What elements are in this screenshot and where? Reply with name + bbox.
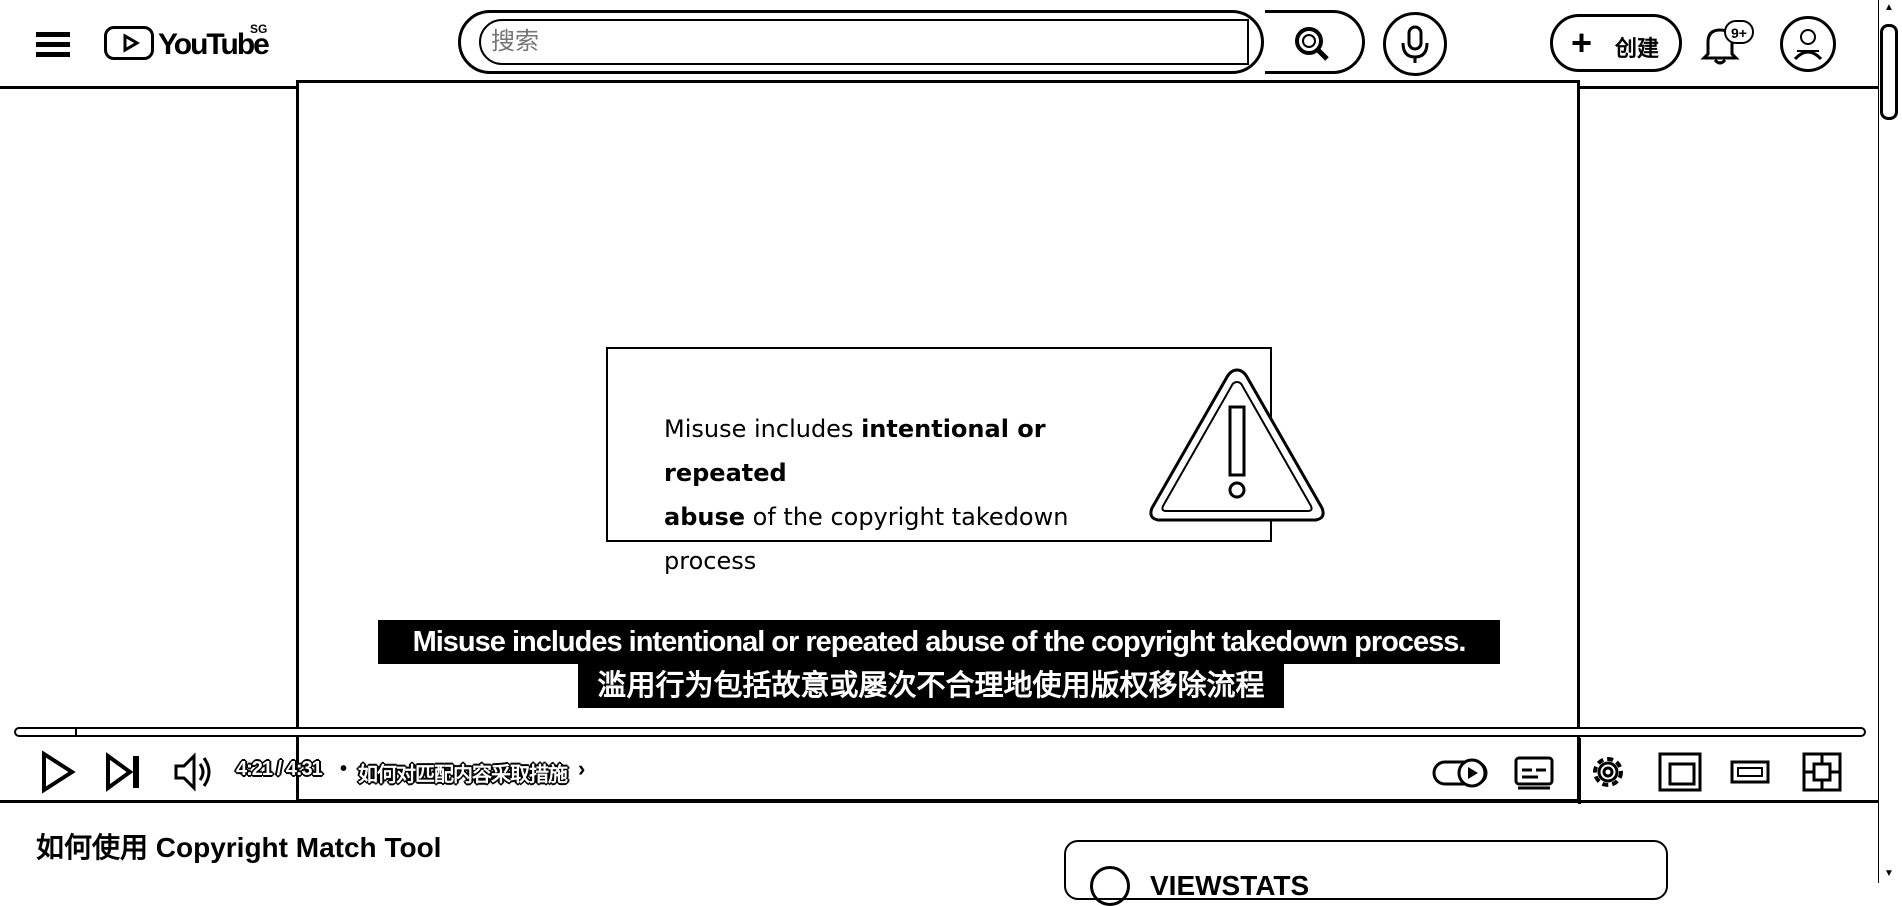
theater-mode-button[interactable]	[1726, 748, 1774, 796]
time-display: 4:21 / 4:31	[236, 758, 323, 780]
search-icon	[1295, 27, 1329, 61]
gear-icon	[1593, 757, 1623, 787]
menu-button[interactable]	[34, 26, 74, 62]
player-right-edge	[1578, 738, 1581, 804]
fullscreen-icon	[1802, 752, 1842, 792]
caption-line-chinese: 滥用行为包括故意或屡次不合理地使用版权移除流程	[578, 664, 1284, 708]
volume-button[interactable]	[170, 748, 218, 796]
caption-line-english: Misuse includes intentional or repeated …	[378, 620, 1500, 664]
search-input[interactable]	[479, 19, 1249, 65]
play-button[interactable]	[34, 748, 82, 796]
country-code: SG	[250, 22, 268, 36]
youtube-play-icon	[104, 26, 154, 60]
progress-played	[16, 729, 77, 735]
create-button[interactable]: + 创建	[1550, 14, 1682, 72]
autoplay-toggle-icon	[1432, 758, 1488, 788]
miniplayer-button[interactable]	[1656, 748, 1704, 796]
theater-mode-icon	[1730, 760, 1770, 784]
warning-triangle-icon	[1146, 362, 1328, 532]
play-icon	[42, 750, 76, 794]
chapter-arrow-icon[interactable]: ›	[578, 756, 585, 782]
slide-text: Misuse includes intentional or repeated …	[664, 407, 1144, 583]
viewstats-logo-icon	[1090, 866, 1130, 906]
subtitles-button[interactable]	[1510, 748, 1558, 796]
progress-bar[interactable]	[14, 727, 1866, 737]
settings-button[interactable]	[1584, 748, 1632, 796]
player-controls: 4:21 / 4:31 • 如何对匹配内容采取措施 ›	[0, 738, 1878, 804]
chapter-title[interactable]: 如何对匹配内容采取措施	[358, 758, 568, 787]
scroll-down-arrow-icon[interactable]: ▼	[1884, 868, 1894, 879]
next-button[interactable]	[100, 748, 148, 796]
miniplayer-icon	[1658, 752, 1702, 792]
voice-search-button[interactable]	[1383, 12, 1447, 76]
volume-icon	[174, 752, 211, 792]
video-title: 如何使用 Copyright Match Tool	[36, 832, 442, 863]
chapter-separator: •	[340, 758, 348, 780]
slide-text-line2-bold: abuse	[664, 503, 746, 531]
microphone-icon	[1401, 25, 1429, 63]
plus-icon: +	[1571, 22, 1593, 63]
notifications-button[interactable]: 9+	[1700, 20, 1756, 68]
create-label: 创建	[1615, 36, 1660, 61]
side-card-label: VIEWSTATS	[1150, 870, 1310, 901]
youtube-logo[interactable]: YouTube SG	[102, 22, 278, 66]
scrollbar-thumb[interactable]	[1880, 24, 1898, 120]
search-button[interactable]	[1265, 10, 1365, 74]
page-scrollbar[interactable]	[1878, 0, 1902, 883]
side-panel-card[interactable]: VIEWSTATS	[1064, 840, 1668, 906]
autoplay-toggle[interactable]	[1430, 748, 1490, 796]
next-icon	[106, 752, 139, 792]
avatar-image-icon	[1793, 29, 1823, 61]
slide-text-line1-normal: Misuse includes	[664, 415, 862, 443]
fullscreen-button[interactable]	[1798, 748, 1846, 796]
menu-icon	[36, 32, 70, 57]
masthead: YouTube SG + 创建 9+	[0, 0, 1878, 89]
avatar[interactable]	[1780, 16, 1836, 72]
notification-badge: 9+	[1724, 20, 1754, 44]
search-box	[458, 10, 1264, 74]
subtitles-icon	[1514, 756, 1554, 790]
scroll-up-arrow-icon[interactable]: ▲	[1884, 2, 1894, 13]
